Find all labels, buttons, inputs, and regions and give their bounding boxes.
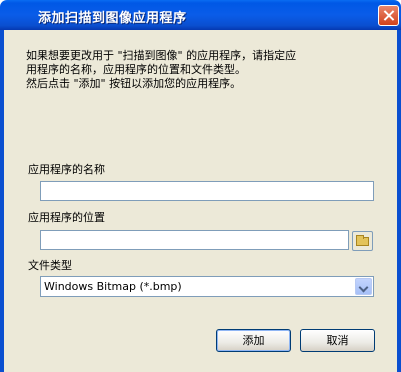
app-location-field[interactable] (40, 230, 349, 250)
browse-button[interactable] (352, 231, 373, 251)
window-title: 添加扫描到图像应用程序 (38, 11, 187, 26)
description-line: 如果想要更改用于 "扫描到图像" 的应用程序，请指定应 (26, 49, 297, 62)
dialog-window: 添加扫描到图像应用程序 如果想要更改用于 "扫描到图像" 的应用程序，请指定应 … (0, 0, 401, 372)
chevron-down-icon[interactable] (355, 278, 372, 295)
description-line: 用程序的名称，应用程序的位置和文件类型。 (26, 63, 246, 76)
app-location-label: 应用程序的位置 (28, 211, 105, 224)
add-button[interactable]: 添加 (216, 329, 291, 352)
file-type-label: 文件类型 (28, 259, 72, 272)
file-type-select[interactable]: Windows Bitmap (*.bmp) (40, 276, 374, 297)
app-name-field[interactable] (40, 181, 374, 201)
folder-icon (356, 235, 369, 246)
close-icon[interactable] (378, 5, 399, 26)
dialog-body: 如果想要更改用于 "扫描到图像" 的应用程序，请指定应 用程序的名称，应用程序的… (4, 30, 397, 372)
window-frame-right (397, 30, 401, 372)
file-type-value: Windows Bitmap (*.bmp) (44, 280, 182, 293)
title-bar[interactable]: 添加扫描到图像应用程序 (0, 0, 401, 30)
app-name-label: 应用程序的名称 (28, 163, 105, 176)
description-text: 如果想要更改用于 "扫描到图像" 的应用程序，请指定应 用程序的名称，应用程序的… (26, 49, 386, 91)
description-line: 然后点击 "添加" 按钮以添加您的应用程序。 (26, 77, 242, 90)
cancel-button[interactable]: 取消 (300, 329, 375, 352)
